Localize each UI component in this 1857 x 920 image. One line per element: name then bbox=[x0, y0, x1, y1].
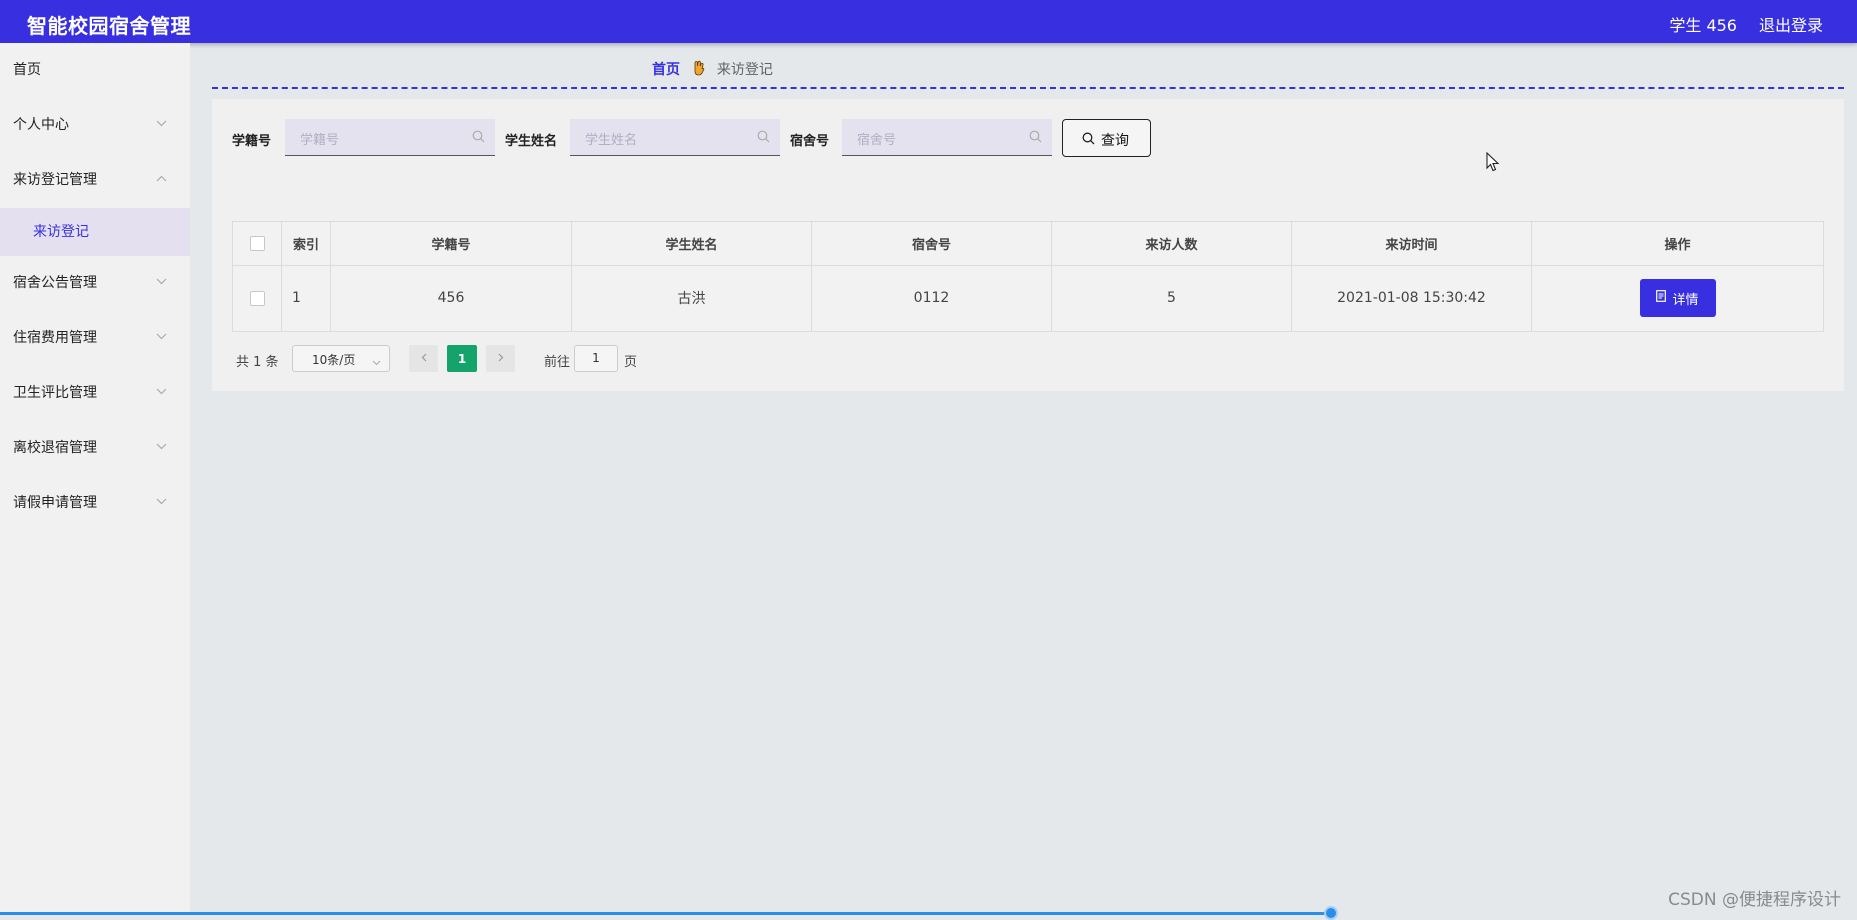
column-header: 操作 bbox=[1664, 238, 1691, 253]
goto-suffix: 页 bbox=[624, 355, 638, 370]
chevron-right-icon bbox=[498, 351, 504, 366]
sidebar-item-accommodation-fees[interactable]: 住宿费用管理 bbox=[0, 311, 190, 366]
sidebar-item-visitor-management[interactable]: 来访登记管理 bbox=[0, 153, 190, 208]
sidebar-item-label: 离校退宿管理 bbox=[13, 440, 97, 456]
breadcrumb: 首页 来访登记 bbox=[652, 59, 773, 80]
table-row: 1 456 古洪 0112 5 2021-01-08 15:30:42 详情 bbox=[233, 265, 1823, 331]
sidebar-subitem-visitor-registration[interactable]: 来访登记 bbox=[0, 208, 190, 256]
chevron-left-icon bbox=[421, 351, 427, 366]
sidebar-item-leave-requests[interactable]: 请假申请管理 bbox=[0, 476, 190, 531]
sidebar-item-label: 卫生评比管理 bbox=[13, 385, 97, 401]
logout-link[interactable]: 退出登录 bbox=[1759, 12, 1823, 36]
column-header: 学籍号 bbox=[331, 222, 572, 265]
cell-dorm: 0112 bbox=[812, 265, 1052, 331]
current-user: 学生 456 bbox=[1669, 16, 1737, 35]
student-id-input[interactable]: 学籍号 bbox=[285, 119, 495, 156]
goto-prefix: 前往 bbox=[544, 355, 571, 370]
table-header-row: 索引 学籍号 学生姓名 宿舍号 来访人数 来访时间 操作 bbox=[233, 222, 1823, 266]
prev-page-button[interactable] bbox=[409, 345, 438, 372]
student-id-label: 学籍号 bbox=[232, 134, 272, 149]
sidebar-item-label: 个人中心 bbox=[13, 117, 69, 133]
sidebar: 首页 个人中心 来访登记管理 来访登记 宿舍公告管理 住宿费用管理 卫生评比管理… bbox=[0, 43, 190, 915]
sidebar-item-hygiene-rating[interactable]: 卫生评比管理 bbox=[0, 366, 190, 421]
sidebar-item-checkout[interactable]: 离校退宿管理 bbox=[0, 421, 190, 476]
chevron-down-icon bbox=[156, 311, 168, 366]
app-title: 智能校园宿舍管理 bbox=[27, 14, 191, 38]
detail-button[interactable]: 详情 bbox=[1639, 279, 1716, 317]
column-header: 来访时间 bbox=[1292, 222, 1532, 265]
chevron-down-icon bbox=[156, 476, 168, 531]
next-page-button[interactable] bbox=[486, 345, 515, 372]
chevron-down-icon bbox=[156, 98, 168, 153]
column-header: 宿舍号 bbox=[812, 222, 1052, 265]
student-name-placeholder: 学生姓名 bbox=[585, 133, 638, 148]
column-header: 学生姓名 bbox=[572, 222, 812, 265]
cell-student-name: 古洪 bbox=[572, 265, 812, 331]
watermark: CSDN @便捷程序设计 bbox=[1668, 890, 1841, 910]
dorm-label: 宿舍号 bbox=[790, 134, 830, 149]
chevron-down-icon bbox=[156, 256, 168, 311]
main-panel: 学籍号 学籍号 学生姓名 学生姓名 宿舍号 宿舍号 查询 索引 学籍号 学生姓名… bbox=[212, 99, 1844, 391]
search-icon bbox=[1082, 132, 1095, 149]
detail-button-label: 详情 bbox=[1672, 292, 1699, 308]
chevron-up-icon bbox=[156, 153, 168, 208]
chevron-down-icon bbox=[156, 366, 168, 421]
student-name-label: 学生姓名 bbox=[505, 134, 558, 149]
breadcrumb-divider bbox=[212, 87, 1844, 89]
mouse-cursor-icon bbox=[1486, 151, 1500, 176]
sidebar-item-profile[interactable]: 个人中心 bbox=[0, 98, 190, 153]
cell-visitors: 5 bbox=[1052, 265, 1292, 331]
top-bar: 智能校园宿舍管理 学生 456 退出登录 bbox=[0, 0, 1857, 43]
header-checkbox-cell bbox=[233, 222, 282, 265]
sidebar-item-home[interactable]: 首页 bbox=[0, 43, 190, 98]
document-icon bbox=[1656, 290, 1667, 306]
sidebar-item-label: 来访登记管理 bbox=[13, 172, 97, 188]
chevron-down-icon bbox=[156, 421, 168, 476]
sidebar-item-label: 住宿费用管理 bbox=[13, 330, 97, 346]
column-header: 来访人数 bbox=[1052, 222, 1292, 265]
chevron-down-icon bbox=[372, 355, 381, 370]
cell-action: 详情 bbox=[1532, 265, 1823, 331]
column-header: 索引 bbox=[282, 222, 331, 265]
dorm-input[interactable]: 宿舍号 bbox=[842, 119, 1052, 156]
cell-visit-time: 2021-01-08 15:30:42 bbox=[1292, 265, 1532, 331]
page-size-value: 10条/页 bbox=[312, 353, 356, 367]
pagination-total: 共 1 条 bbox=[236, 355, 279, 370]
progress-knob[interactable] bbox=[1324, 906, 1338, 920]
query-button[interactable]: 查询 bbox=[1062, 119, 1151, 157]
search-icon bbox=[757, 130, 770, 147]
page-number-current[interactable]: 1 bbox=[447, 345, 477, 372]
select-all-checkbox[interactable] bbox=[249, 236, 265, 251]
student-id-placeholder: 学籍号 bbox=[300, 133, 340, 148]
search-icon bbox=[1029, 130, 1042, 147]
page-size-select[interactable]: 10条/页 bbox=[292, 345, 390, 372]
breadcrumb-home[interactable]: 首页 bbox=[652, 62, 680, 78]
search-icon bbox=[472, 130, 485, 147]
goto-page-input[interactable]: 1 bbox=[574, 345, 618, 372]
row-checkbox-cell bbox=[233, 265, 282, 331]
cell-index: 1 bbox=[282, 265, 331, 331]
sidebar-item-dorm-announcements[interactable]: 宿舍公告管理 bbox=[0, 256, 190, 311]
student-name-input[interactable]: 学生姓名 bbox=[570, 119, 780, 156]
row-checkbox[interactable] bbox=[249, 290, 265, 306]
sidebar-item-label: 宿舍公告管理 bbox=[13, 275, 97, 291]
hand-icon bbox=[692, 60, 706, 80]
sidebar-item-label: 首页 bbox=[13, 62, 41, 78]
breadcrumb-current: 来访登记 bbox=[716, 62, 773, 78]
cell-student-id: 456 bbox=[331, 265, 572, 331]
dorm-placeholder: 宿舍号 bbox=[857, 133, 897, 148]
visitor-table: 索引 学籍号 学生姓名 宿舍号 来访人数 来访时间 操作 1 456 古洪 01… bbox=[232, 221, 1824, 332]
sidebar-item-label: 请假申请管理 bbox=[13, 495, 97, 511]
query-button-label: 查询 bbox=[1101, 133, 1129, 149]
